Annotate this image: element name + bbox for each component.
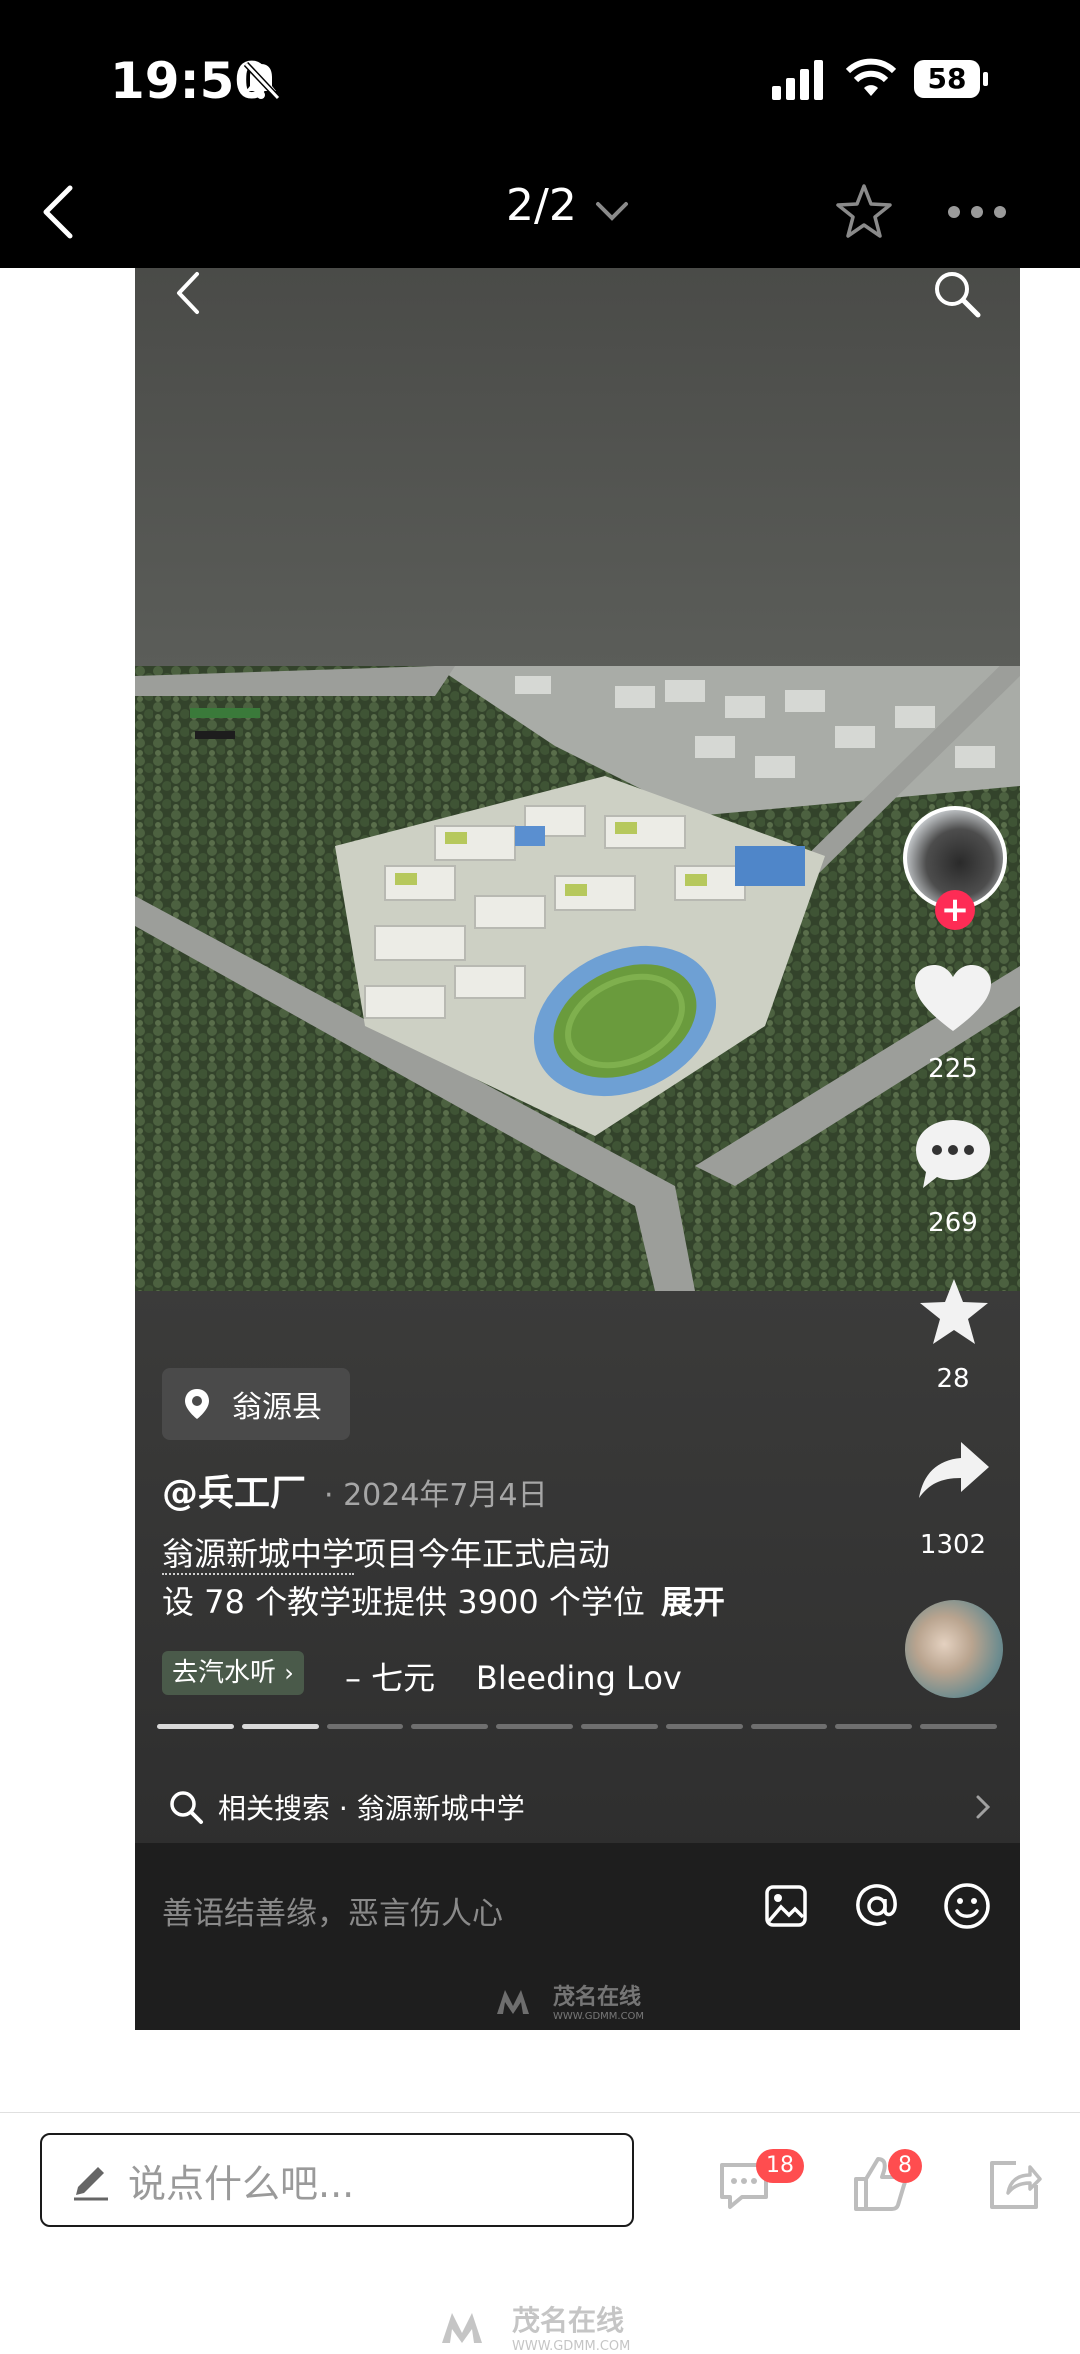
location-label: 翁源县 [232,1390,322,1425]
embedded-screenshot: + 225 269 28 1302 翁源县 @兵工厂 · 2024年7月4日 翁… [135,268,1020,2030]
video-top-area [135,268,1020,666]
share-arrow-icon[interactable] [917,1440,991,1500]
location-pin-icon [185,1389,209,1419]
share-icon[interactable] [986,2157,1042,2213]
share-count: 1302 [919,1530,987,1560]
comment-input-placeholder: 说点什么吧... [128,2161,355,2206]
battery-icon: 58 [914,60,980,98]
likes-badge: 8 [888,2149,922,2183]
author-line: @兵工厂 · 2024年7月4日 [162,1464,548,1516]
music-disc-avatar[interactable] [905,1600,1003,1698]
battery-tip [983,72,988,86]
comment-bubble-icon[interactable] [913,1116,993,1192]
favorite-star-icon[interactable] [917,1276,991,1348]
chevron-right-icon [976,1795,991,1819]
signal-icon [772,60,823,100]
more-dots-icon[interactable] [946,198,1008,226]
star-outline-icon[interactable] [834,182,894,242]
back-arrow-icon[interactable] [38,182,78,242]
caption-text: 翁源新城中学项目今年正式启动 设 78 个教学班提供 3900 个学位 展开 [162,1535,725,1621]
video-comment-bar: 善语结善缘，恶言伤人心 茂名在线 WWW.GDMM.COM [135,1843,1020,2030]
battery-level: 58 [927,62,967,95]
comment-count: 269 [928,1208,978,1238]
status-bar: 19:50 58 [0,0,1080,160]
mention-at-icon[interactable] [852,1881,902,1931]
watermark-logo-icon [497,1989,529,2014]
watermark-logo-icon [442,2312,482,2343]
bottom-watermark: 茂名在线 WWW.GDMM.COM [440,2299,630,2354]
top-nav-bar: 2/2 [0,160,1080,268]
video-watermark: 茂名在线 WWW.GDMM.COM [495,1979,644,2022]
caption-keyword-link[interactable]: 翁源新城中学 [162,1535,355,1575]
chevron-down-icon[interactable] [594,200,630,224]
video-search-icon[interactable] [931,268,983,320]
page-indicator[interactable]: 2/2 [506,180,577,231]
music-title: – 七元 Bleeding Lov [345,1659,682,1697]
video-comment-input[interactable]: 善语结善缘，恶言伤人心 [162,1888,503,1933]
video-back-icon[interactable] [173,268,203,318]
image-icon[interactable] [763,1883,809,1929]
heart-icon[interactable] [913,963,993,1035]
favorite-count: 28 [936,1364,970,1394]
pencil-icon [74,2167,108,2201]
location-tag[interactable]: 翁源县 [162,1368,350,1440]
related-search-label: 相关搜索 · 翁源新城中学 [218,1792,525,1825]
follow-plus-icon[interactable]: + [935,890,975,930]
author-name[interactable]: @兵工厂 [162,1464,306,1516]
comment-input[interactable]: 说点什么吧... [40,2133,634,2227]
comments-badge: 18 [756,2149,804,2183]
post-date: · 2024年7月4日 [324,1478,548,1513]
music-app-chip[interactable]: 去汽水听 › [162,1651,304,1695]
emoji-icon[interactable] [942,1881,992,1931]
related-search-icon [170,1791,203,1824]
wifi-icon [846,58,896,96]
bottom-action-bar: 说点什么吧... 18 8 茂名在线 WWW.GDMM.COM [0,2112,1080,2354]
expand-button[interactable]: 展开 [661,1583,725,1621]
mute-bell-icon [243,61,281,101]
carousel-progress [157,1724,997,1729]
campus-aerial-image [135,666,1020,1291]
related-search-bar[interactable]: 相关搜索 · 翁源新城中学 [135,1772,1020,1842]
like-count: 225 [928,1054,978,1084]
